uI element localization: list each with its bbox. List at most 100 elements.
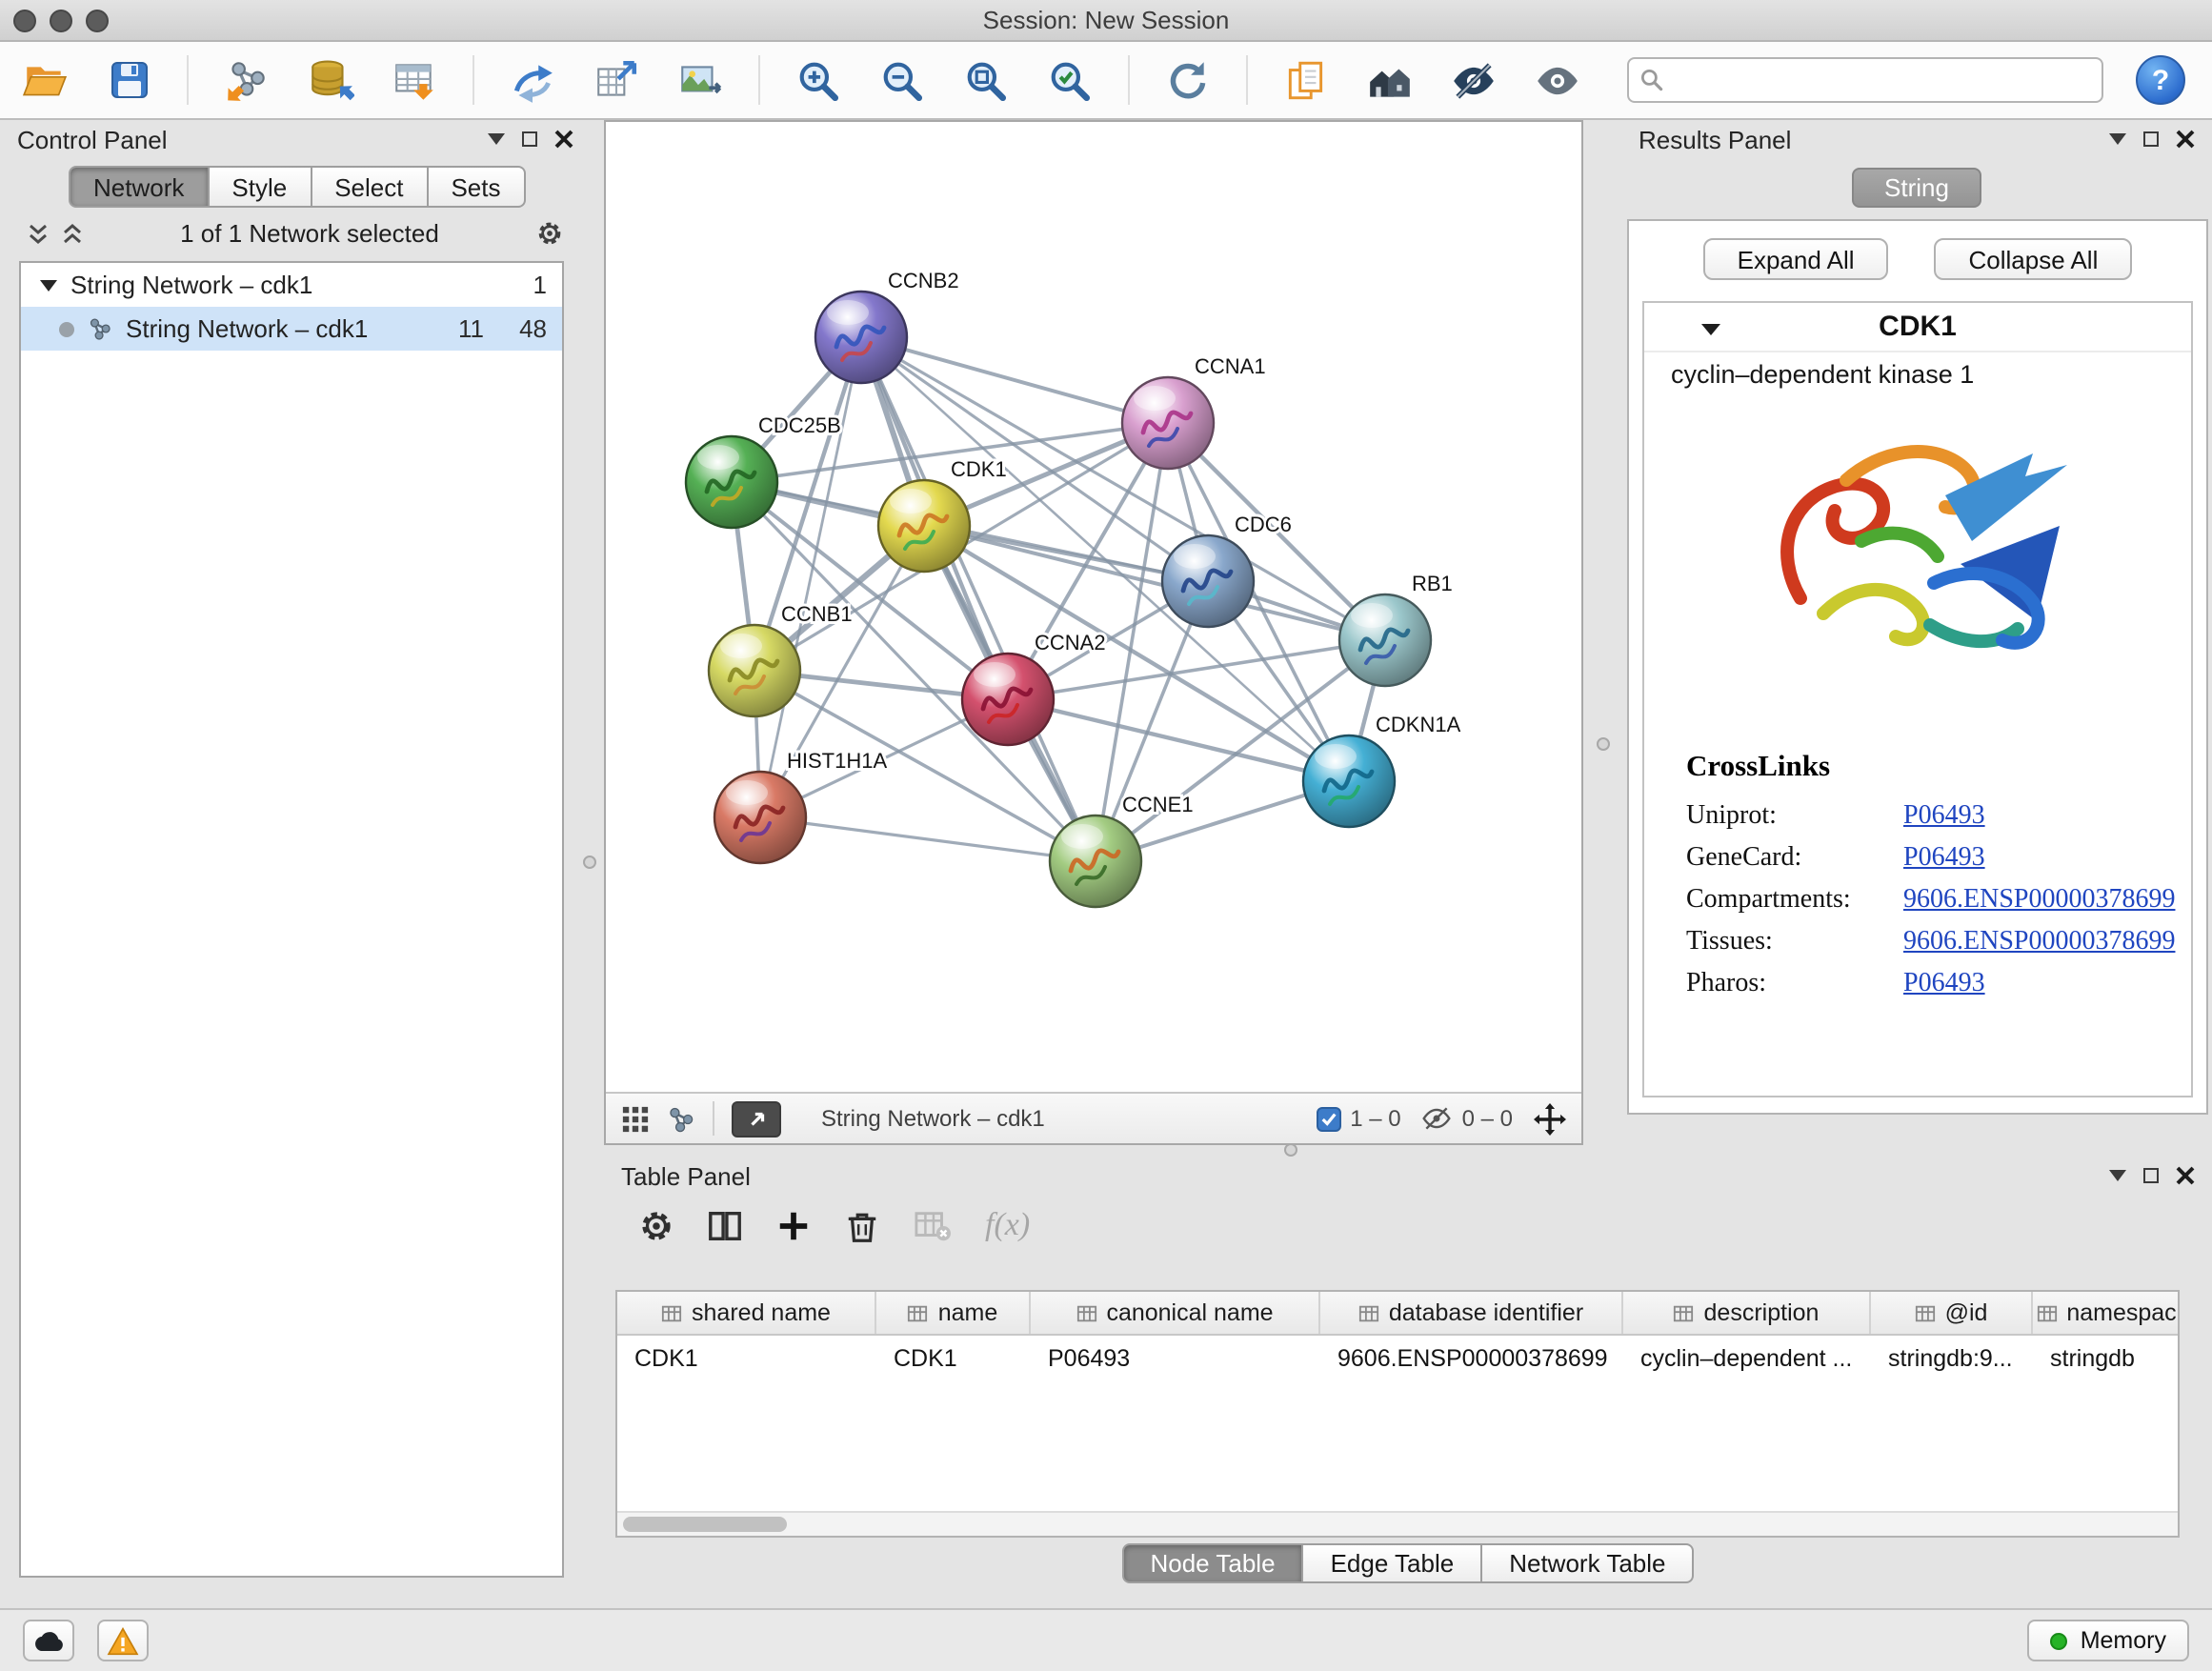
hidden-eye-slash-icon[interactable] xyxy=(1422,1103,1453,1134)
collapse-all-button[interactable]: Collapse All xyxy=(1935,238,2133,280)
tissues-link[interactable]: 9606.ENSP00000378699 xyxy=(1903,922,2175,964)
disclosure-arrow-icon[interactable] xyxy=(1701,322,1720,335)
close-panel-icon[interactable] xyxy=(2176,1166,2195,1185)
network-share-icon[interactable] xyxy=(667,1104,695,1133)
hide-selected-button[interactable] xyxy=(1448,54,1499,106)
column-header-shared-name[interactable]: shared name xyxy=(617,1292,876,1334)
collapse-all-icon[interactable] xyxy=(61,222,84,245)
network-node-CDK1[interactable]: CDK1 xyxy=(878,457,1007,572)
scrollbar-thumb[interactable] xyxy=(623,1517,787,1532)
splitter-handle[interactable] xyxy=(1597,737,1610,751)
grid-view-icon[interactable] xyxy=(621,1104,650,1133)
cloud-status-button[interactable] xyxy=(23,1620,74,1661)
cell-database-identifier[interactable]: 9606.ENSP00000378699 xyxy=(1320,1336,1623,1379)
tab-node-table[interactable]: Node Table xyxy=(1121,1543,1303,1583)
cell-name[interactable]: CDK1 xyxy=(876,1336,1031,1379)
expand-all-icon[interactable] xyxy=(27,222,50,245)
delete-column-icon[interactable] xyxy=(844,1207,880,1243)
float-panel-icon[interactable] xyxy=(2143,1168,2159,1183)
zoom-in-button[interactable] xyxy=(793,54,844,106)
network-canvas[interactable]: CCNB2CCNA1CDC25BCDK1CDC6RB1CCNB1CCNA2CDK… xyxy=(606,122,1581,1092)
import-network-button[interactable] xyxy=(221,54,272,106)
network-node-CDC6[interactable]: CDC6 xyxy=(1162,513,1292,627)
splitter-handle[interactable] xyxy=(1284,1143,1297,1157)
show-hidden-button[interactable] xyxy=(1532,54,1583,106)
warnings-button[interactable] xyxy=(97,1620,149,1661)
cell-description[interactable]: cyclin–dependent ... xyxy=(1623,1336,1871,1379)
network-node-RB1[interactable]: RB1 xyxy=(1339,572,1453,686)
zoom-selected-button[interactable] xyxy=(1044,54,1096,106)
gear-icon[interactable] xyxy=(535,219,564,248)
network-edge[interactable] xyxy=(861,337,1096,861)
pharos-link[interactable]: P06493 xyxy=(1903,964,1985,1006)
zoom-out-button[interactable] xyxy=(876,54,928,106)
zoom-fit-button[interactable] xyxy=(960,54,1012,106)
network-view[interactable]: CCNB2CCNA1CDC25BCDK1CDC6RB1CCNB1CCNA2CDK… xyxy=(604,120,1583,1145)
tab-sets[interactable]: Sets xyxy=(428,166,525,208)
add-column-icon[interactable] xyxy=(775,1207,812,1243)
help-button[interactable]: ? xyxy=(2136,55,2185,105)
network-node-CCNA1[interactable]: CCNA1 xyxy=(1122,354,1266,469)
network-edge[interactable] xyxy=(760,337,861,817)
clone-network-button[interactable] xyxy=(507,54,558,106)
table-row[interactable]: CDK1 CDK1 P06493 9606.ENSP00000378699 cy… xyxy=(617,1336,2178,1379)
control-panel-tabs: Network Style Select Sets xyxy=(0,158,591,208)
horizontal-scrollbar[interactable] xyxy=(617,1511,2178,1536)
disclosure-arrow-icon[interactable] xyxy=(40,278,57,292)
float-panel-icon[interactable] xyxy=(522,131,537,147)
selected-nodes-checkbox[interactable] xyxy=(1316,1106,1340,1131)
network-node-CCNB2[interactable]: CCNB2 xyxy=(815,269,959,383)
compartments-link[interactable]: 9606.ENSP00000378699 xyxy=(1903,880,2175,922)
crosslink-row: Uniprot:P06493 xyxy=(1686,796,2191,838)
network-edge[interactable] xyxy=(760,817,1096,861)
import-database-button[interactable] xyxy=(305,54,356,106)
column-header-database-identifier[interactable]: database identifier xyxy=(1320,1292,1623,1334)
show-panels-button[interactable] xyxy=(1364,54,1416,106)
apply-layout-button[interactable] xyxy=(1162,54,1214,106)
cell-namespace[interactable]: stringdb xyxy=(2033,1336,2180,1379)
birdseye-view-button[interactable] xyxy=(732,1100,781,1137)
crosslinks-section: CrossLinks Uniprot:P06493 GeneCard:P0649… xyxy=(1644,751,2191,1006)
export-image-button[interactable] xyxy=(674,54,726,106)
panel-menu-icon[interactable] xyxy=(2109,1170,2126,1181)
close-panel-icon[interactable] xyxy=(554,130,573,149)
tab-network-table[interactable]: Network Table xyxy=(1482,1543,1694,1583)
expand-all-button[interactable]: Expand All xyxy=(1703,238,1889,280)
panel-menu-icon[interactable] xyxy=(2109,133,2126,145)
column-header-name[interactable]: name xyxy=(876,1292,1031,1334)
column-header-id[interactable]: @id xyxy=(1871,1292,2033,1334)
close-panel-icon[interactable] xyxy=(2176,130,2195,149)
save-session-button[interactable] xyxy=(103,54,154,106)
memory-button[interactable]: Memory xyxy=(2027,1620,2189,1661)
uniprot-link[interactable]: P06493 xyxy=(1903,796,1985,838)
show-columns-icon[interactable] xyxy=(707,1207,743,1243)
move-crosshair-icon[interactable] xyxy=(1534,1102,1566,1135)
protein-section-header[interactable]: CDK1 xyxy=(1644,303,2191,352)
open-session-button[interactable] xyxy=(19,54,70,106)
tab-edge-table[interactable]: Edge Table xyxy=(1304,1543,1483,1583)
cell-canonical-name[interactable]: P06493 xyxy=(1031,1336,1320,1379)
table-settings-gear-icon[interactable] xyxy=(638,1207,674,1243)
copy-document-button[interactable] xyxy=(1280,54,1332,106)
genecard-link[interactable]: P06493 xyxy=(1903,838,1985,880)
column-header-canonical-name[interactable]: canonical name xyxy=(1031,1292,1320,1334)
column-header-description[interactable]: description xyxy=(1623,1292,1871,1334)
network-node-HIST1H1A[interactable]: HIST1H1A xyxy=(714,749,887,863)
tab-string[interactable]: String xyxy=(1852,168,1981,208)
network-row[interactable]: String Network – cdk1 11 48 xyxy=(21,307,562,351)
tab-network[interactable]: Network xyxy=(69,166,209,208)
network-collection-row[interactable]: String Network – cdk1 1 xyxy=(21,263,562,307)
tab-select[interactable]: Select xyxy=(312,166,428,208)
cell-id[interactable]: stringdb:9... xyxy=(1871,1336,2033,1379)
new-network-from-selection-button[interactable] xyxy=(591,54,642,106)
panel-menu-icon[interactable] xyxy=(488,133,505,145)
import-table-button[interactable] xyxy=(389,54,440,106)
tab-style[interactable]: Style xyxy=(209,166,312,208)
network-node-CDKN1A[interactable]: CDKN1A xyxy=(1303,713,1461,827)
cell-shared-name[interactable]: CDK1 xyxy=(617,1336,876,1379)
search-input[interactable] xyxy=(1627,57,2103,103)
network-node-CCNB1[interactable]: CCNB1 xyxy=(709,602,853,716)
splitter-handle[interactable] xyxy=(583,856,596,869)
column-header-namespace[interactable]: namespac xyxy=(2033,1292,2180,1334)
float-panel-icon[interactable] xyxy=(2143,131,2159,147)
